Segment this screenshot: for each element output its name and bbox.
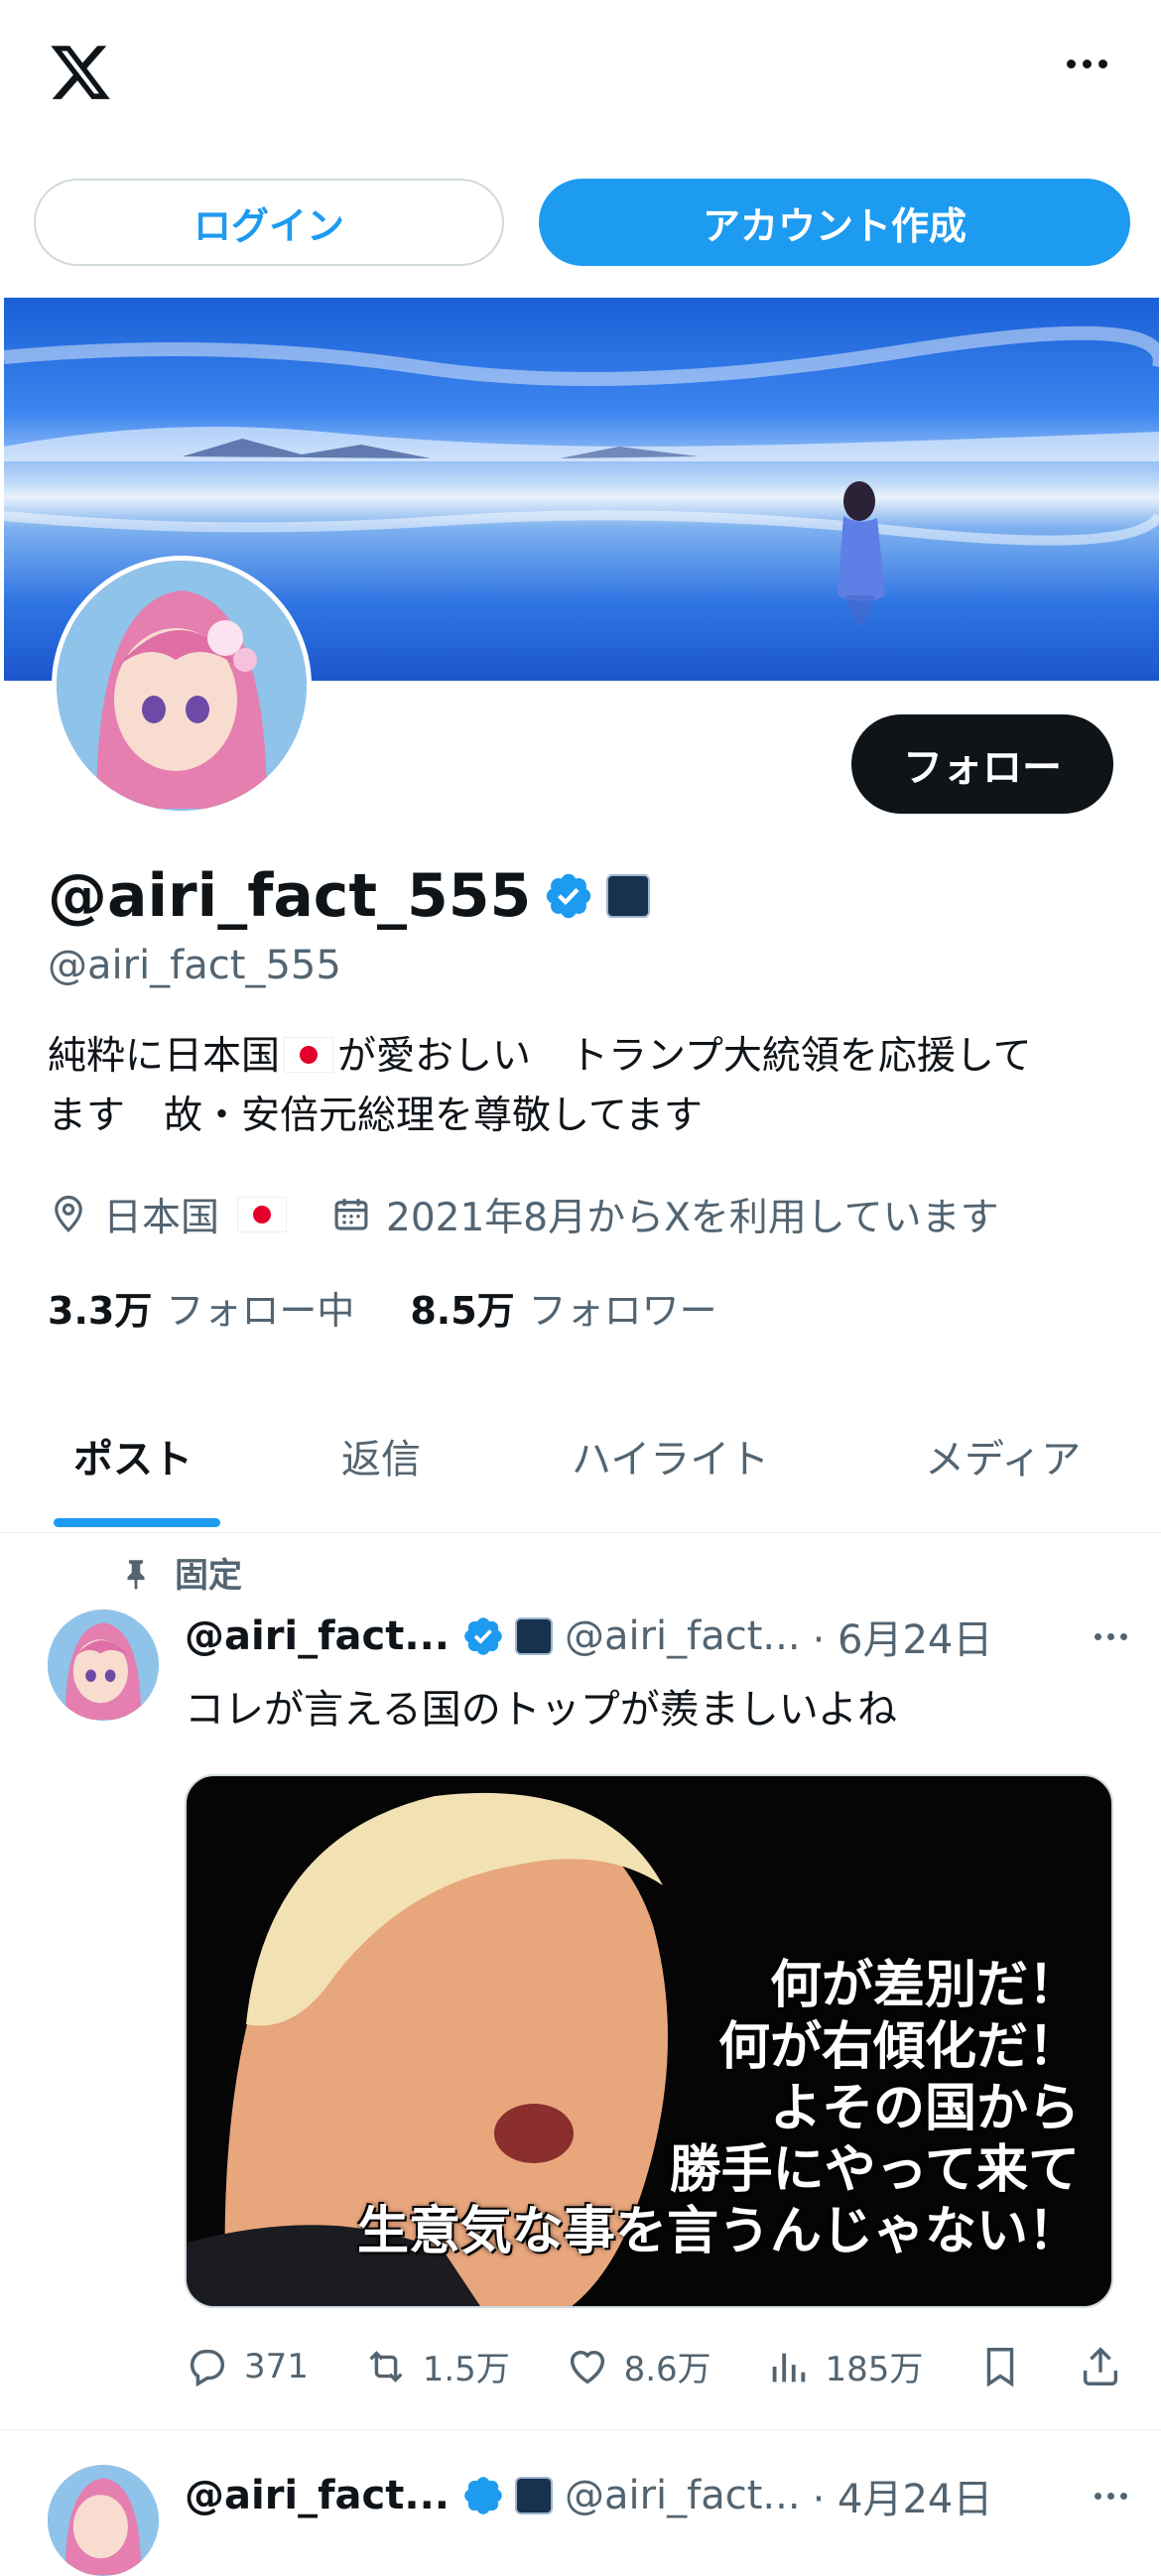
joined-date: 2021年8月からXを利用しています: [386, 1196, 999, 1240]
post-more-icon[interactable]: [1095, 1632, 1127, 1640]
share-icon: [1083, 2346, 1118, 2385]
bookmark-icon: [986, 2347, 1014, 2386]
profile-handle: @airi_fact_555: [48, 943, 341, 988]
affiliate-badge-icon[interactable]: [606, 874, 651, 918]
location-text: 日本国: [103, 1196, 220, 1240]
login-button[interactable]: ログイン: [34, 179, 504, 266]
follow-button[interactable]: フォロー: [851, 714, 1113, 814]
post-avatar[interactable]: [48, 2465, 159, 2576]
more-icon[interactable]: [1067, 60, 1107, 68]
media-caption: 何が差別だ！ 何が右傾化だ！ よその国から 勝手にやって来て 生意気な事を言うん…: [357, 1955, 1080, 2262]
affiliate-badge-icon[interactable]: [514, 1617, 553, 1655]
following-label: フォロー中: [166, 1289, 355, 1333]
following-link[interactable]: 3.3万 フォロー中: [48, 1280, 354, 1335]
reply-icon: [190, 2349, 225, 2386]
post-author-handle[interactable]: @airi_fact...: [565, 2473, 801, 2518]
affiliate-badge-icon[interactable]: [514, 2477, 553, 2514]
post-actions: 371 1.5万 8.6万 185万: [185, 2342, 1123, 2390]
display-name: @airi_fact_555: [48, 861, 651, 931]
post-avatar[interactable]: [48, 1610, 159, 1721]
tab-highlights[interactable]: ハイライト: [572, 1427, 769, 1484]
tab-replies[interactable]: 返信: [341, 1427, 421, 1484]
bookmark-button[interactable]: [977, 2344, 1023, 2389]
post-media-image[interactable]: 何が差別だ！ 何が右傾化だ！ よその国から 勝手にやって来て 生意気な事を言うん…: [185, 1774, 1113, 2308]
display-name-text: @airi_fact_555: [48, 861, 532, 931]
follow-stats: 3.3万 フォロー中 8.5万 フォロワー: [48, 1280, 717, 1335]
verified-badge-icon[interactable]: [543, 870, 594, 922]
bio-text-part1: 純粋に日本国: [48, 1034, 281, 1079]
japan-flag-icon: [284, 1037, 334, 1073]
post-date[interactable]: · 4月24日: [813, 2467, 993, 2524]
location-icon: [55, 1195, 82, 1232]
caption-line: 何が差別だ！: [769, 1956, 1080, 2015]
active-tab-indicator: [54, 1518, 220, 1527]
signup-button[interactable]: アカウント作成: [539, 179, 1130, 266]
post-author-handle[interactable]: @airi_fact...: [565, 1613, 801, 1659]
post-author-name[interactable]: @airi_fact...: [185, 1613, 450, 1659]
profile-bio: 純粋に日本国 が愛おしい トランプ大統領を応援して ます 故・安倍元総理を尊敬して…: [48, 1027, 1119, 1146]
heart-icon: [570, 2350, 604, 2383]
post-divider: [0, 2429, 1161, 2430]
caption-line: 勝手にやって来て: [669, 2140, 1080, 2200]
pinned-indicator: 固定: [119, 1548, 242, 1597]
reply-button[interactable]: 371: [185, 2344, 309, 2389]
views-icon: [773, 2353, 806, 2382]
bio-text-line2: ます 故・安倍元総理を尊敬してます: [48, 1094, 703, 1138]
following-count: 3.3万: [48, 1289, 153, 1333]
reply-count: 371: [244, 2346, 309, 2386]
views-button[interactable]: 185万: [765, 2342, 923, 2390]
pinned-label: 固定: [175, 1556, 242, 1596]
post-header: @airi_fact... @airi_fact... · 6月24日: [185, 1608, 1127, 1665]
x-logo-icon[interactable]: [46, 40, 115, 105]
post-more-icon[interactable]: [1095, 2492, 1127, 2500]
post-author-name[interactable]: @airi_fact...: [185, 2473, 450, 2518]
repost-count: 1.5万: [422, 2350, 510, 2389]
like-button[interactable]: 8.6万: [565, 2342, 711, 2390]
verified-badge-icon[interactable]: [461, 1614, 505, 1658]
japan-flag-icon: [237, 1197, 288, 1232]
followers-label: フォロワー: [528, 1289, 717, 1333]
followers-count: 8.5万: [410, 1289, 515, 1333]
tab-media[interactable]: メディア: [925, 1427, 1081, 1484]
caption-line: 生意気な事を言うんじゃない！: [356, 2202, 1080, 2261]
caption-line: よその国から: [769, 2079, 1080, 2138]
repost-button[interactable]: 1.5万: [363, 2342, 510, 2390]
pin-icon: [127, 1559, 145, 1590]
repost-icon: [369, 2350, 403, 2383]
profile-avatar[interactable]: [52, 556, 312, 816]
post-header: @airi_fact... @airi_fact... · 4月24日: [185, 2467, 1127, 2524]
post-date[interactable]: · 6月24日: [813, 1608, 993, 1665]
calendar-icon: [334, 1199, 368, 1230]
post-text: コレが言える国のトップが羨ましいよね: [185, 1687, 897, 1733]
like-count: 8.6万: [623, 2350, 711, 2389]
share-button[interactable]: [1078, 2344, 1123, 2389]
caption-line: 何が右傾化だ！: [717, 2017, 1080, 2077]
view-count: 185万: [825, 2350, 924, 2389]
followers-link[interactable]: 8.5万 フォロワー: [410, 1280, 716, 1335]
profile-meta: 日本国 2021年8月からXを利用しています: [48, 1187, 1039, 1242]
profile-tabs: ポスト 返信 ハイライト メディア: [0, 1389, 1161, 1533]
bio-text-part2: が愛おしい トランプ大統領を応援して: [337, 1034, 1032, 1079]
verified-badge-icon[interactable]: [461, 2474, 505, 2517]
tab-posts[interactable]: ポスト: [73, 1427, 193, 1484]
